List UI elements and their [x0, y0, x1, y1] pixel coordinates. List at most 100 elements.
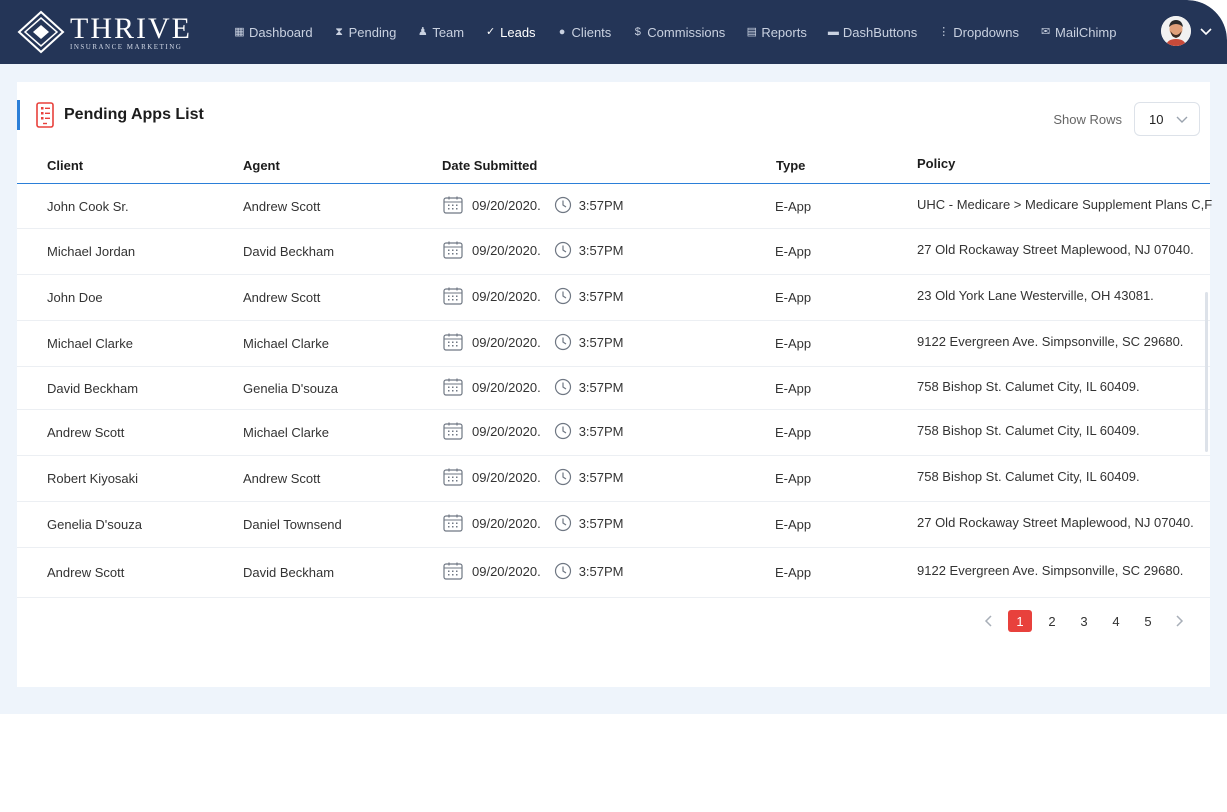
accent-bar [17, 100, 20, 130]
date-text: 09/20/2020. [472, 379, 541, 395]
policy-cell: 27 Old Rockaway Street Maplewood, NJ 070… [917, 242, 1194, 257]
date-text: 09/20/2020. [472, 288, 541, 304]
nav-item-dashbuttons[interactable]: ▬ DashButtons [828, 25, 917, 40]
table-row[interactable]: Andrew Scott Michael Clarke 09/20/2020. 3:5… [17, 410, 1210, 456]
rows-per-page-value: 10 [1149, 111, 1164, 127]
table-row[interactable]: Robert Kiyosaki Andrew Scott 09/20/2020. 3:… [17, 456, 1210, 502]
nav-label: DashButtons [842, 24, 918, 40]
rows-per-page-select[interactable]: 10 [1134, 102, 1200, 136]
user-icon: ● [558, 25, 566, 38]
nav-item-clients[interactable]: ● Clients [557, 25, 612, 40]
chevron-down-icon[interactable] [1199, 24, 1213, 38]
agent-cell: Andrew Scott [243, 290, 321, 305]
calendar-icon [443, 287, 463, 305]
page-2-button[interactable]: 2 [1040, 610, 1064, 632]
show-rows-label: Show Rows [1053, 111, 1122, 127]
date-submitted-cell: 09/20/2020. 3:57PM [443, 287, 624, 305]
leads-icon: ✓ [486, 25, 496, 38]
page-4-button[interactable]: 4 [1104, 610, 1128, 632]
nav-label: Dashboard [249, 24, 313, 40]
nav-label: Team [432, 24, 465, 40]
client-cell: David Beckham [47, 381, 139, 396]
type-cell: E-App [775, 199, 812, 214]
table-row[interactable]: John Cook Sr. Andrew Scott 09/20/2020. 3:57… [17, 184, 1212, 229]
type-cell: E-App [775, 290, 812, 305]
agent-cell: Genelia D'souza [243, 381, 338, 396]
clock-icon [554, 378, 572, 396]
calendar-icon [443, 241, 463, 259]
type-cell: E-App [775, 244, 812, 259]
client-cell: Robert Kiyosaki [47, 471, 139, 486]
clock-icon [554, 196, 572, 214]
column-policy[interactable]: Policy [917, 156, 955, 171]
agent-cell: Michael Clarke [243, 425, 329, 440]
table-header: Client Agent Date Submitted Type Policy [17, 150, 1210, 184]
prev-page-button[interactable] [978, 610, 1000, 632]
nav-item-team[interactable]: ♟ Team [417, 25, 464, 40]
avatar[interactable] [1161, 16, 1191, 46]
next-page-button[interactable] [1168, 610, 1190, 632]
time-text: 3:57PM [578, 197, 624, 213]
nav-item-commissions[interactable]: $ Commissions [632, 25, 726, 40]
date-text: 09/20/2020. [472, 197, 541, 213]
date-submitted-cell: 09/20/2020. 3:57PM [443, 196, 624, 214]
column-date-submitted[interactable]: Date Submitted [442, 158, 537, 173]
agent-cell: Daniel Townsend [243, 517, 342, 532]
date-text: 09/20/2020. [472, 334, 541, 350]
table-row[interactable]: Michael Clarke Michael Clarke 09/20/2020. 3… [17, 321, 1210, 367]
date-text: 09/20/2020. [472, 515, 541, 531]
policy-cell: 23 Old York Lane Westerville, OH 43081. [917, 288, 1154, 303]
nav-item-dashboard[interactable]: ▦ Dashboard [234, 24, 313, 40]
nav-item-mailchimp[interactable]: ✉ MailChimp [1040, 24, 1117, 40]
vertical-scrollbar[interactable] [1205, 292, 1208, 452]
user-menu[interactable] [1161, 16, 1213, 46]
agent-cell: Andrew Scott [243, 199, 321, 214]
page-3-button[interactable]: 3 [1072, 610, 1096, 632]
main-nav: ▦ Dashboard ⧗ Pending ♟ Team ✓ Leads ● Clients $ Co… [234, 0, 1137, 64]
client-cell: Michael Clarke [47, 336, 133, 351]
policy-cell: 27 Old Rockaway Street Maplewood, NJ 070… [917, 515, 1194, 530]
table-row[interactable]: John Doe Andrew Scott 09/20/2020. 3:57PM E-A… [17, 275, 1210, 321]
team-icon: ♟ [417, 25, 428, 38]
nav-item-pending[interactable]: ⧗ Pending [334, 24, 397, 40]
nav-item-reports[interactable]: ▤ Reports [746, 25, 807, 40]
mail-icon: ✉ [1040, 25, 1051, 38]
date-submitted-cell: 09/20/2020. 3:57PM [443, 241, 624, 259]
type-cell: E-App [775, 381, 812, 396]
nav-label: Pending [348, 24, 397, 40]
time-text: 3:57PM [578, 423, 624, 439]
show-rows-control: Show Rows 10 [1053, 102, 1200, 136]
table-row[interactable]: David Beckham Genelia D'souza 09/20/2020. 3… [17, 367, 1210, 410]
clock-icon [554, 241, 572, 259]
client-cell: Genelia D'souza [47, 517, 142, 532]
report-icon: ▤ [746, 25, 758, 38]
nav-label: MailChimp [1055, 24, 1117, 40]
briefcase-icon: ▬ [827, 25, 839, 38]
table-row[interactable]: Genelia D'souza Daniel Townsend 09/20/2020… [17, 502, 1210, 548]
nav-item-leads[interactable]: ✓ Leads [485, 25, 536, 40]
page-1-button[interactable]: 1 [1008, 610, 1032, 632]
client-cell: Michael Jordan [47, 244, 136, 259]
time-text: 3:57PM [578, 334, 624, 350]
chevron-right-icon [1176, 615, 1184, 627]
column-agent[interactable]: Agent [243, 158, 280, 173]
policy-cell: 758 Bishop St. Calumet City, IL 60409. [917, 469, 1140, 484]
brand-logo[interactable]: THRIVE INSURANCE MARKETING [16, 8, 192, 56]
client-cell: John Doe [47, 290, 103, 305]
date-submitted-cell: 09/20/2020. 3:57PM [443, 562, 624, 580]
clock-icon [554, 287, 572, 305]
time-text: 3:57PM [578, 563, 624, 579]
agent-cell: David Beckham [243, 565, 335, 580]
dashboard-icon: ▦ [234, 25, 245, 38]
time-text: 3:57PM [578, 515, 624, 531]
clock-icon [554, 514, 572, 532]
table-body: John Cook Sr. Andrew Scott 09/20/2020. 3:57… [17, 184, 1212, 598]
nav-item-dropdowns[interactable]: ⋮ Dropdowns [938, 25, 1019, 40]
time-text: 3:57PM [578, 288, 624, 304]
column-client[interactable]: Client [47, 158, 83, 173]
table-row[interactable]: Andrew Scott David Beckham 09/20/2020. 3:57… [17, 548, 1210, 598]
column-type[interactable]: Type [776, 158, 805, 173]
page-5-button[interactable]: 5 [1136, 610, 1160, 632]
table-row[interactable]: Michael Jordan David Beckham 09/20/2020. 3:… [17, 229, 1210, 275]
dollar-icon: $ [634, 25, 641, 38]
